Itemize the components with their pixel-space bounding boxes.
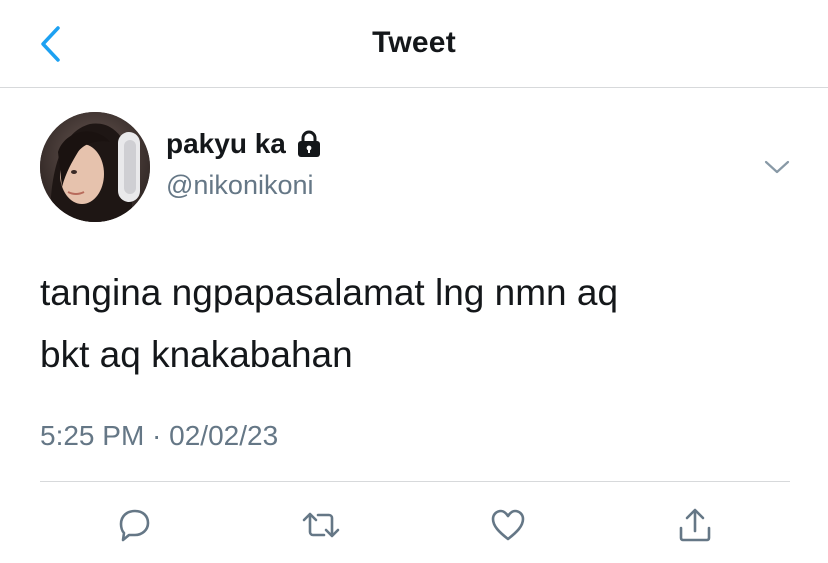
retweet-button[interactable] <box>300 504 342 546</box>
like-button[interactable] <box>487 504 529 546</box>
top-navigation-bar: Tweet <box>0 0 828 88</box>
like-icon <box>491 509 525 541</box>
avatar[interactable] <box>40 112 150 222</box>
display-name: pakyu ka <box>166 128 286 159</box>
tweet-timestamp: 5:25 PM · 02/02/23 <box>40 420 279 451</box>
retweet-icon <box>302 512 340 538</box>
reply-icon <box>119 509 150 542</box>
lock-icon <box>296 130 322 158</box>
share-button[interactable] <box>674 504 716 546</box>
tweet-text: tangina ngpapasalamat lng nmn aq bkt aq … <box>40 272 619 375</box>
page-title: Tweet <box>372 26 456 59</box>
reply-button[interactable] <box>113 504 155 546</box>
action-bar <box>0 500 828 550</box>
divider <box>40 481 790 482</box>
author-name-row[interactable]: pakyu ka <box>166 128 322 160</box>
more-options-button[interactable] <box>760 150 794 184</box>
chevron-down-icon <box>764 160 790 174</box>
share-icon <box>679 508 711 542</box>
author-handle[interactable]: @nikonikoni <box>166 170 314 201</box>
profile-photo <box>40 112 150 222</box>
